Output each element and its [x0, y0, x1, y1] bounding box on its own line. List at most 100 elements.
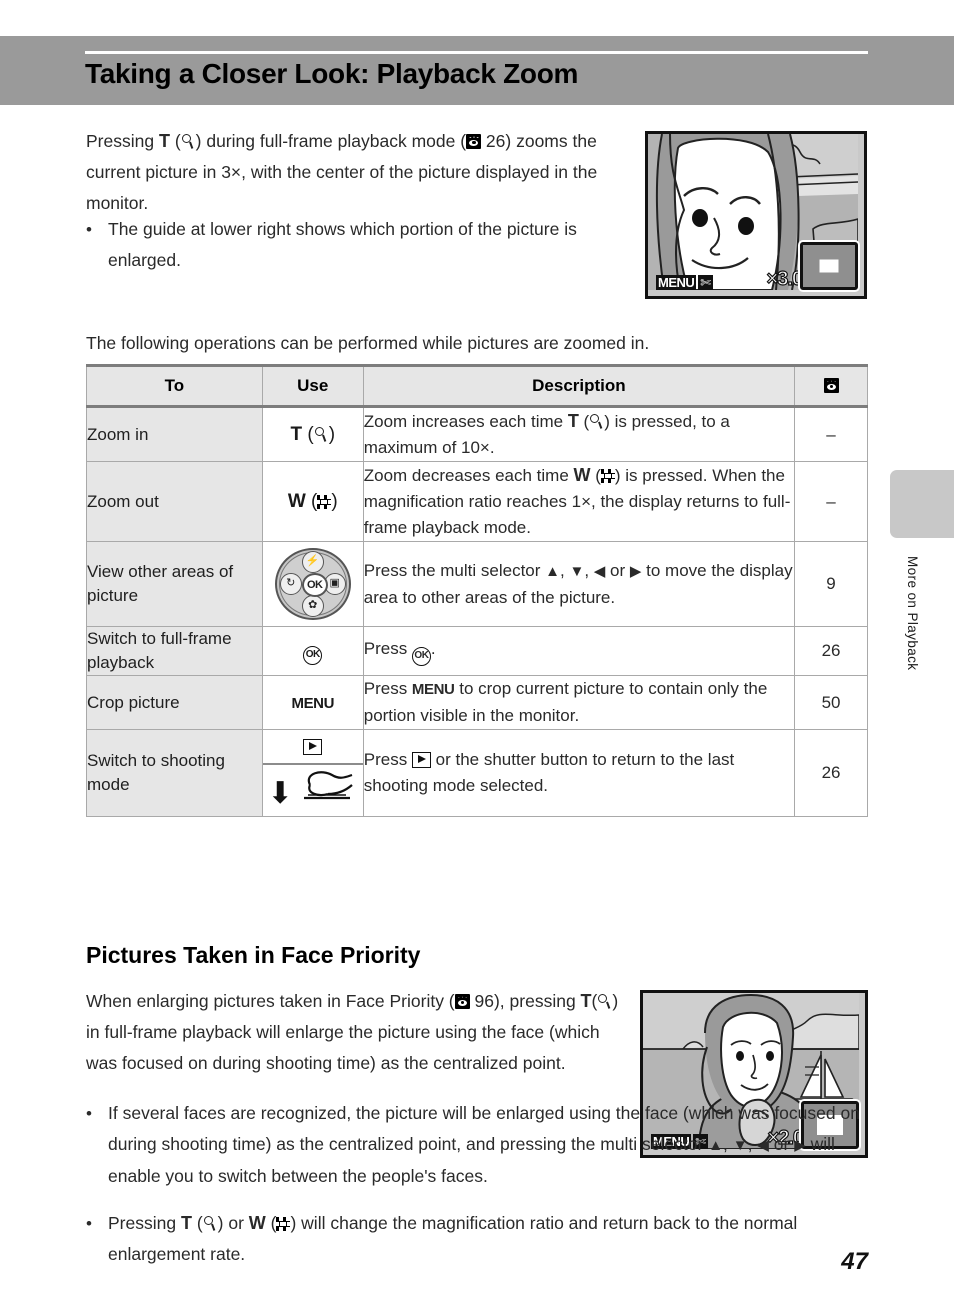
operations-table: To Use Description Zoom in T () Zoom inc…	[86, 364, 868, 817]
s2-text-2: ), pressing	[493, 991, 581, 1011]
column-header-reference	[794, 364, 868, 408]
shutter-press-illustration: ⬇	[263, 765, 363, 816]
playback-button-icon	[411, 752, 431, 768]
row-description-switch-fullframe: Press OK.	[362, 626, 796, 676]
row-use-zoom-in: T ()	[261, 406, 364, 462]
down-arrow-icon: ⬇	[267, 777, 293, 810]
t-button-label: T	[180, 1213, 192, 1233]
magnify-icon	[589, 414, 604, 430]
face-priority-bullet-2: • Pressing T () or W () will change the …	[86, 1208, 876, 1270]
scissors-icon: ✄	[698, 275, 714, 290]
intro-text-1: Pressing	[86, 131, 159, 151]
row-description-view-other-areas: Press the multi selector ▲, ▼, ◀ or ▶ to…	[362, 541, 796, 627]
lcd-menu-label: MENU	[656, 275, 697, 290]
row-label-zoom-in: Zoom in	[86, 406, 263, 462]
intro-text-2: ) during full-frame playback mode (	[195, 131, 467, 151]
self-timer-button-icon: ↻	[279, 573, 302, 595]
ok-button-icon: OK	[411, 647, 431, 666]
row-reference-zoom-in: –	[794, 406, 868, 462]
section-title-face-priority: Pictures Taken in Face Priority	[86, 942, 421, 968]
table-row: Switch to full-frame playback OK Press O…	[86, 626, 868, 676]
shutter-button-icon	[303, 771, 353, 800]
macro-button-icon: ✿	[301, 595, 324, 617]
desc-text-1: Press	[363, 639, 412, 658]
intro-bullet-list: • The guide at lower right shows which p…	[86, 214, 642, 276]
page-number: 47	[841, 1248, 868, 1275]
intro-page-ref: 26	[485, 131, 506, 151]
table-row: Zoom out W () Zoom decreases each time W…	[86, 461, 868, 542]
bullet-dot-icon: •	[86, 220, 92, 239]
desc-text-1: Press	[363, 679, 412, 698]
table-lead-in-text: The following operations can be performe…	[86, 333, 650, 353]
down-arrow-icon: ▼	[569, 562, 585, 580]
row-use-ok-button: OK	[261, 626, 364, 676]
s2-page-ref: 96	[474, 991, 494, 1011]
row-reference-crop-picture: 50	[794, 675, 868, 730]
face-priority-paragraph: When enlarging pictures taken in Face Pr…	[86, 991, 619, 1073]
row-description-zoom-out: Zoom decreases each time W () is pressed…	[362, 461, 796, 542]
multi-selector-icon: ⚡ ↻ ▣ ✿ OK	[274, 548, 351, 620]
zoom-guide-region	[819, 259, 839, 273]
down-arrow-icon: ▼	[732, 1137, 748, 1154]
menu-button-icon: MENU	[291, 695, 335, 712]
column-header-description: Description	[362, 364, 796, 408]
table-row: Zoom in T () Zoom increases each time T …	[86, 406, 868, 462]
row-label-crop-picture: Crop picture	[86, 675, 263, 730]
zoom-guide-icon-top	[800, 242, 858, 290]
row-reference-view-other-areas: 9	[794, 541, 868, 627]
right-arrow-icon: ▶	[629, 562, 642, 580]
desc-text-1: Press the multi selector	[363, 560, 546, 580]
row-use-shooting-mode: ⬇	[261, 729, 364, 817]
magnify-icon	[181, 134, 196, 150]
magnify-icon	[314, 426, 329, 443]
menu-button-icon: MENU	[411, 681, 455, 698]
page-reference-icon	[823, 378, 839, 393]
thumbnail-icon	[600, 469, 615, 483]
table-row: Switch to shooting mode ⬇ Press or the s…	[86, 729, 868, 817]
intro-paragraph: Pressing T () during full-frame playback…	[86, 131, 598, 213]
lcd-magnification-top: ×3.0	[766, 267, 804, 290]
magnify-icon	[597, 994, 612, 1010]
up-arrow-icon: ▲	[708, 1137, 724, 1154]
page-reference-icon	[466, 134, 482, 149]
ok-button-icon: OK	[303, 646, 323, 665]
row-reference-switch-shooting: 26	[794, 729, 868, 817]
row-description-switch-shooting: Press or the shutter button to return to…	[362, 729, 796, 817]
list-item: • The guide at lower right shows which p…	[86, 214, 642, 276]
bullet-2-text-1: Pressing	[108, 1213, 181, 1233]
column-header-use: Use	[261, 364, 364, 408]
t-button-label: T	[567, 411, 579, 431]
row-label-zoom-out: Zoom out	[86, 461, 263, 542]
side-tab-marker	[890, 470, 954, 538]
row-label-view-other-areas: View other areas of picture	[86, 541, 263, 627]
left-arrow-icon: ◀	[757, 1137, 769, 1154]
up-arrow-icon: ▲	[545, 562, 560, 580]
row-use-zoom-out: W ()	[261, 461, 364, 542]
ok-button-icon: OK	[301, 573, 328, 597]
page-reference-icon	[454, 994, 470, 1009]
page-title: Taking a Closer Look: Playback Zoom	[85, 58, 579, 89]
playback-button-icon	[303, 739, 323, 755]
row-description-zoom-in: Zoom increases each time T () is pressed…	[362, 406, 796, 462]
row-label-switch-shooting: Switch to shooting mode	[86, 729, 263, 817]
bullet-dot-icon: •	[86, 1104, 92, 1123]
table-row: Crop picture MENU Press MENU to crop cur…	[86, 675, 868, 730]
w-button-label: W	[248, 1213, 266, 1233]
bullet-2-text: Pressing T () or W () will change the ma…	[108, 1213, 798, 1264]
flash-button-icon: ⚡	[301, 551, 324, 573]
lcd-menu-badge-top: MENU ✄	[656, 275, 714, 290]
side-tab-label: More on Playback	[905, 556, 920, 671]
camera-monitor-illustration-top: MENU ✄ ×3.0	[645, 131, 867, 299]
thumbnail-icon	[317, 494, 332, 509]
row-use-multi-selector: ⚡ ↻ ▣ ✿ OK	[261, 541, 364, 627]
t-button-label: T	[158, 131, 170, 151]
list-item: • If several faces are recognized, the p…	[86, 1098, 876, 1192]
bullet-2-text-mid: ) or	[217, 1213, 249, 1233]
intro-bullet-text: The guide at lower right shows which por…	[108, 219, 577, 270]
bullet-dot-icon: •	[86, 1214, 92, 1233]
w-button-label: W	[287, 490, 306, 512]
t-button-label: T	[290, 423, 303, 445]
right-arrow-icon: ▶	[794, 1137, 806, 1154]
desc-text-1: Press	[363, 750, 412, 769]
left-arrow-icon: ◀	[593, 562, 606, 580]
